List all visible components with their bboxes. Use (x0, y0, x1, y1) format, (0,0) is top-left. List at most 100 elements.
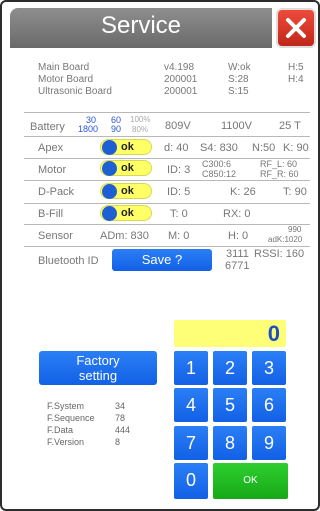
key-1[interactable]: 1 (174, 351, 208, 385)
keypad-display: 0 (174, 320, 286, 347)
close-button[interactable] (276, 8, 316, 48)
bfill-t: T: 0 (170, 208, 188, 220)
key-3[interactable]: 3 (252, 351, 286, 385)
sensor-row: Sensor ADm: 830 M: 0 H: 0 990 adK:1020 (24, 225, 310, 246)
motor-label: Motor (38, 164, 67, 176)
firmware-value: 34 (115, 401, 126, 411)
apex-n: N:50 (252, 142, 276, 154)
battery-c-bottom: 80% (132, 125, 149, 134)
info-row: Ultrasonic Board 200001 S:15 (38, 86, 308, 98)
info-row: Main Board v4.198 W:ok H:5 (38, 62, 308, 74)
toggle-label: ok (121, 141, 134, 153)
factory-label-1: Factory (76, 353, 120, 368)
firmware-row: F.System 34 (47, 400, 147, 412)
bluetooth-id-2: 6771 (225, 260, 250, 272)
dpack-label: D-Pack (38, 186, 75, 198)
key-4[interactable]: 4 (174, 388, 208, 422)
dpack-toggle[interactable]: ok (100, 183, 152, 199)
divider (24, 180, 310, 181)
toggle-knob (102, 161, 117, 176)
sensor-adk-top: 990 (288, 225, 302, 234)
firmware-row: F.Data 444 (47, 424, 147, 436)
info-status: S:15 (228, 86, 249, 97)
motor-row: Motor ok ID: 3 C300:6 C850:12 RF_L: 60 R… (24, 159, 310, 180)
info-version: 200001 (164, 74, 198, 85)
key-7[interactable]: 7 (174, 426, 208, 460)
firmware-value: 78 (115, 413, 126, 423)
sensor-adm: ADm: 830 (100, 230, 149, 242)
ok-button[interactable]: OK (213, 463, 288, 499)
toggle-knob (102, 140, 117, 155)
firmware-row: F.Sequence 78 (47, 412, 147, 424)
bluetooth-rssi: RSSI: 160 (254, 248, 305, 260)
info-version: 200001 (164, 86, 198, 97)
sensor-label: Sensor (38, 230, 73, 242)
page-title: Service (100, 12, 182, 39)
toggle-label: ok (121, 185, 134, 197)
divider (24, 112, 310, 113)
battery-b-bottom: 90 (111, 124, 122, 134)
firmware-value: 444 (115, 425, 131, 435)
info-status: W:ok (228, 62, 251, 73)
toggle-label: ok (121, 207, 134, 219)
toggle-knob (102, 184, 117, 199)
factory-label-2: setting (78, 368, 118, 383)
factory-setting-button[interactable]: Factory setting (39, 351, 157, 385)
bluetooth-label: Bluetooth ID (38, 255, 99, 267)
board-info: Main Board v4.198 W:ok H:5 Motor Board 2… (38, 62, 308, 98)
motor-toggle[interactable]: ok (100, 160, 152, 176)
info-version: v4.198 (164, 62, 195, 73)
info-h: H:5 (288, 62, 304, 73)
info-h: H:4 (288, 74, 304, 85)
battery-voltage-2: 1100V (221, 120, 252, 132)
title-bar: Service (10, 8, 272, 48)
key-5[interactable]: 5 (213, 388, 247, 422)
battery-a-bottom: 1800 (78, 124, 99, 134)
apex-row: Apex ok d: 40 S4: 830 N:50 K: 90 (24, 138, 310, 159)
key-6[interactable]: 6 (252, 388, 286, 422)
sensor-adk: adK:1020 (268, 235, 303, 244)
battery-label: Battery (30, 121, 65, 133)
key-2[interactable]: 2 (213, 351, 247, 385)
info-label: Main Board (38, 62, 90, 73)
close-icon (286, 18, 306, 38)
apex-toggle[interactable]: ok (100, 139, 152, 155)
divider (24, 136, 310, 137)
info-label: Motor Board (38, 74, 94, 85)
bfill-row: B-Fill ok T: 0 RX: 0 (24, 204, 310, 225)
battery-temp: 25 T (279, 120, 301, 132)
firmware-label: F.System (47, 401, 85, 411)
bfill-toggle[interactable]: ok (100, 205, 152, 221)
apex-s4: S4: 830 (200, 142, 238, 154)
apex-d: d: 40 (164, 142, 189, 154)
dpack-t: T: 90 (283, 186, 307, 198)
firmware-label: F.Data (47, 425, 74, 435)
firmware-label: F.Sequence (47, 413, 95, 423)
key-8[interactable]: 8 (213, 426, 247, 460)
dpack-id: ID: 5 (167, 186, 191, 198)
motor-id: ID: 3 (167, 164, 191, 176)
toggle-knob (102, 206, 117, 221)
save-button[interactable]: Save ? (112, 249, 212, 271)
firmware-value: 8 (115, 437, 121, 447)
key-0[interactable]: 0 (174, 463, 208, 499)
apex-label: Apex (38, 142, 64, 154)
battery-row: Battery 30 1800 60 90 100% 80% 809V 1100… (24, 115, 310, 136)
apex-k: K: 90 (283, 142, 309, 154)
motor-c850: C850:12 (202, 169, 237, 179)
bfill-rx: RX: 0 (223, 208, 251, 220)
info-status: S:28 (228, 74, 249, 85)
dpack-k: K: 26 (230, 186, 256, 198)
service-window: Service Main Board v4.198 W:ok H:5 Motor… (0, 0, 320, 511)
motor-c300: C300:6 (202, 159, 232, 169)
battery-voltage-1: 809V (165, 120, 191, 132)
motor-rf-right: RF_R: 60 (260, 169, 299, 179)
toggle-label: ok (121, 162, 134, 174)
dpack-row: D-Pack ok ID: 5 K: 26 T: 90 (24, 182, 310, 203)
key-9[interactable]: 9 (252, 426, 286, 460)
firmware-info: F.System 34 F.Sequence 78 F.Data 444 F.V… (47, 400, 147, 448)
info-row: Motor Board 200001 S:28 H:4 (38, 74, 308, 86)
sensor-m: M: 0 (168, 230, 190, 242)
firmware-row: F.Version 8 (47, 436, 147, 448)
sensor-h: H: 0 (228, 230, 249, 242)
